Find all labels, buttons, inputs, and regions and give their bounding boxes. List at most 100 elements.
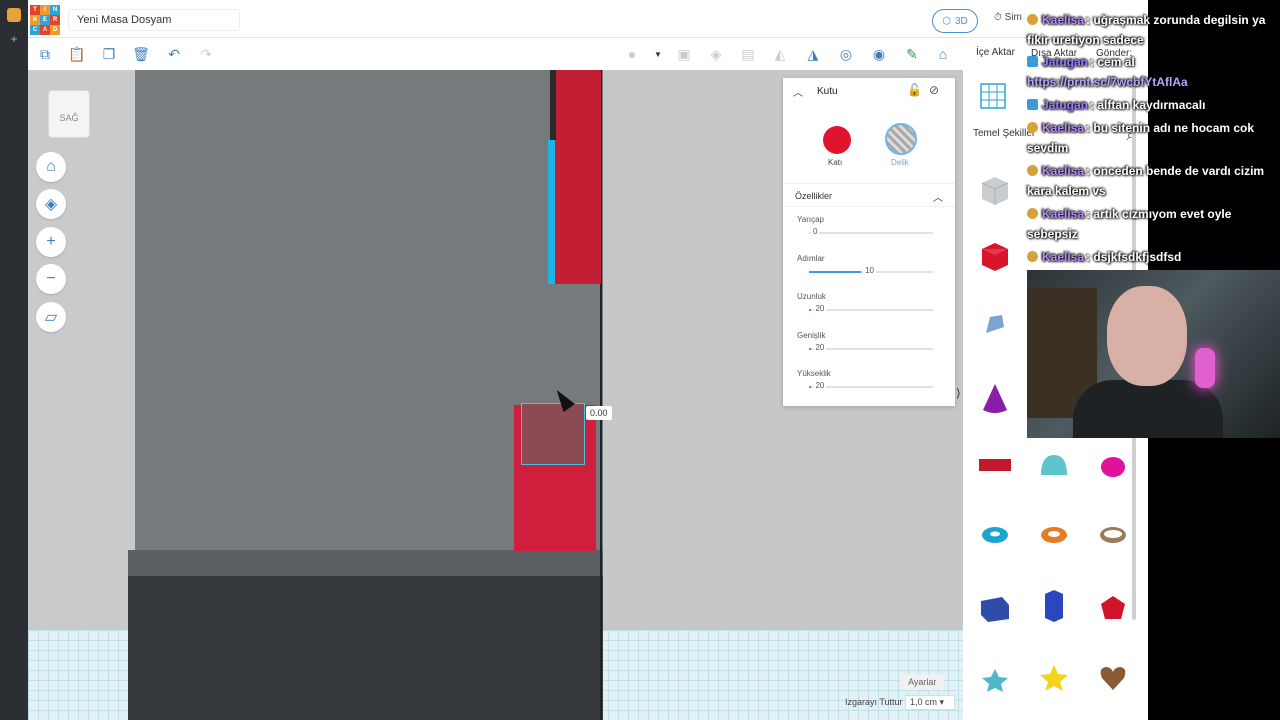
shape-text[interactable] xyxy=(977,447,1013,483)
property-slider-fill xyxy=(809,347,812,350)
bulb-icon[interactable]: ● xyxy=(622,45,642,63)
shape-half-cylinder[interactable] xyxy=(1036,447,1072,483)
property-slider-fill xyxy=(809,270,862,273)
view-cube-label: SAĞ xyxy=(59,113,79,123)
webcam-rgb-light xyxy=(1195,348,1215,388)
property-value[interactable]: 0 xyxy=(811,227,820,236)
large-box-front-face[interactable] xyxy=(128,576,603,720)
shape-hexagonal-prism[interactable] xyxy=(1036,588,1072,624)
property-slider[interactable] xyxy=(809,347,933,350)
grid-icon[interactable] xyxy=(975,78,1011,114)
property-label: Adımlar xyxy=(797,253,825,263)
property-slider-fill xyxy=(809,386,812,388)
shape-torus[interactable] xyxy=(977,517,1013,553)
webcam-streamer-body xyxy=(1073,380,1223,438)
chat-message: Kaelisa: onceden bende de vardı cizim ka… xyxy=(1027,161,1280,201)
zoom-in-icon[interactable]: + xyxy=(36,227,66,257)
os-taskbar: + xyxy=(0,0,28,720)
app-launcher-icon[interactable] xyxy=(7,8,21,22)
chat-text: : alftan kaydırmacalı xyxy=(1090,98,1206,112)
dimension-label[interactable]: 0.00 xyxy=(586,406,612,420)
ruler-icon[interactable]: ◉ xyxy=(869,45,889,63)
property-slider[interactable] xyxy=(809,386,933,388)
chat-username: Jatugan xyxy=(1042,55,1089,69)
chevron-right-icon[interactable]: ⟩ xyxy=(956,386,961,400)
view-cube[interactable]: SAĞ xyxy=(48,90,90,138)
webcam-streamer-face xyxy=(1107,286,1187,386)
shape-heart[interactable] xyxy=(1095,660,1131,696)
property-slider[interactable] xyxy=(809,309,933,311)
document-title-input[interactable]: Yeni Masa Dosyam xyxy=(68,9,240,31)
shape-star-teal[interactable] xyxy=(977,662,1013,698)
view-3d-button[interactable]: ⬡ 3D xyxy=(932,9,978,33)
property-value[interactable]: 20 xyxy=(813,304,827,313)
hole-button[interactable] xyxy=(885,123,917,155)
fit-view-icon[interactable]: ◈ xyxy=(36,189,66,219)
import-button[interactable]: İçe Aktar xyxy=(976,47,1015,58)
align-icon[interactable]: ▤ xyxy=(738,45,758,63)
logo-letter: D xyxy=(50,25,60,35)
zoom-out-icon[interactable]: − xyxy=(36,264,66,294)
paste-icon[interactable]: 📋 xyxy=(68,45,86,63)
selected-box-top-face[interactable] xyxy=(521,403,585,465)
shape-cone[interactable] xyxy=(977,381,1013,417)
stream-background xyxy=(1148,438,1280,720)
logo-letter: C xyxy=(30,25,40,35)
home-view-icon[interactable]: ⌂ xyxy=(36,152,66,182)
shape-ring[interactable] xyxy=(1095,517,1131,553)
settings-button[interactable]: Ayarlar xyxy=(900,674,945,690)
duplicate-icon[interactable]: ❐ xyxy=(100,45,118,63)
property-slider-fill xyxy=(809,309,812,311)
property-label: Yarıçap xyxy=(797,215,824,224)
shape-paraboloid[interactable] xyxy=(1095,447,1131,483)
group-icon[interactable]: ▣ xyxy=(674,45,694,63)
logo-letter: A xyxy=(40,25,50,35)
copy-icon[interactable]: ⧉ xyxy=(36,45,54,63)
ortho-view-icon[interactable]: ▱ xyxy=(36,302,66,332)
shape-scribble[interactable] xyxy=(977,306,1013,342)
properties-header[interactable]: Özellikler ︿ xyxy=(783,183,955,207)
property-value[interactable]: 10 xyxy=(863,265,876,275)
chat-link[interactable]: https://prnt.sc/7wcbfYtAflAa xyxy=(1027,72,1280,92)
snap-grid-value: 1,0 cm xyxy=(910,697,938,707)
hide-icon[interactable]: ⊘ xyxy=(929,83,939,97)
redo-icon[interactable]: ↷ xyxy=(197,45,215,63)
shape-wedge-blue[interactable] xyxy=(977,590,1013,626)
solid-color-button[interactable] xyxy=(823,126,851,154)
pen-icon[interactable]: ✎ xyxy=(902,45,922,63)
red-tall-box[interactable] xyxy=(555,70,601,284)
shape-polyhedron[interactable] xyxy=(1095,590,1131,626)
lock-icon[interactable]: 🔓 xyxy=(907,83,922,97)
property-value[interactable]: 20 xyxy=(813,342,827,352)
twitch-icon xyxy=(1027,99,1038,110)
simulate-button[interactable]: ⏱ Sim xyxy=(994,12,1022,23)
chat-message: Kaelisa: uğraşmak zorunda degilsin ya fi… xyxy=(1027,10,1280,50)
collapse-icon[interactable]: ︿ xyxy=(793,84,803,99)
shape-star-yellow[interactable] xyxy=(1036,660,1072,696)
shape-box-red[interactable] xyxy=(977,238,1013,274)
property-value[interactable]: 20 xyxy=(813,381,827,390)
magnet-icon[interactable]: ◎ xyxy=(836,45,856,63)
shape-box-gray[interactable] xyxy=(977,172,1013,208)
tinkercad-logo[interactable]: T I N K E R C A D xyxy=(30,5,60,35)
flip-icon[interactable]: ◭ xyxy=(770,45,790,63)
ungroup-icon[interactable]: ◈ xyxy=(706,45,726,63)
shape-inspector: ︿ Kutu 🔓 ⊘ Katı Delik Özellikler ︿ Yarıç… xyxy=(783,78,955,406)
category-select[interactable]: Temel Şekiller xyxy=(973,128,1035,139)
tinkercad-window: T I N K E R C A D Yeni Masa Dosyam ⬡ 3D … xyxy=(28,0,1148,720)
add-workspace-icon[interactable]: + xyxy=(7,32,21,46)
mirror-icon[interactable]: ◮ xyxy=(803,45,823,63)
undo-icon[interactable]: ↶ xyxy=(165,45,183,63)
chat-message: Jatugan: cem al xyxy=(1027,52,1280,72)
chevron-down-icon[interactable]: ▼ xyxy=(648,45,668,63)
red-tall-box-shadow xyxy=(550,70,556,140)
property-slider[interactable] xyxy=(809,232,933,234)
scribble-icon[interactable]: ⌂ xyxy=(933,45,953,63)
delete-icon[interactable]: 🗑 xyxy=(132,45,150,63)
shape-tube[interactable] xyxy=(1036,517,1072,553)
chat-username: Jatugan xyxy=(1042,98,1089,112)
screen: + T I N K E R C A D Yeni Masa Dosyam ⬡ 3… xyxy=(0,0,1280,720)
large-box-edge[interactable] xyxy=(128,550,603,576)
snap-grid-select[interactable]: 1,0 cm ▾ xyxy=(905,695,955,710)
channel-icon xyxy=(1027,251,1038,262)
